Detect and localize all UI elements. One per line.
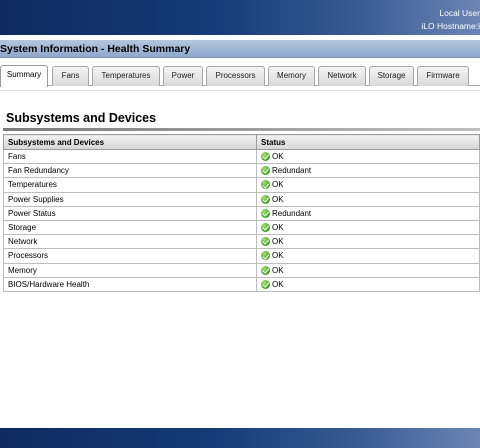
tab-storage[interactable]: Storage	[369, 66, 414, 86]
table-row: Network OK	[3, 234, 480, 250]
table-row: Memory OK	[3, 262, 480, 278]
status-text: OK	[272, 265, 284, 275]
status-cell: Redundant	[256, 163, 480, 179]
subsystems-table: Subsystems and Devices Status Fans OK Fa…	[3, 134, 480, 292]
ok-check-icon	[261, 237, 270, 247]
subsystem-name: Network	[3, 234, 257, 250]
table-row: Power Status Redundant	[3, 205, 480, 221]
status-cell: OK	[256, 191, 480, 207]
column-header-subsystem: Subsystems and Devices	[3, 134, 257, 150]
tab-temperatures[interactable]: Temperatures	[92, 66, 160, 86]
status-text: OK	[272, 279, 284, 289]
subsystem-name: Power Supplies	[3, 191, 257, 207]
table-row: Power Supplies OK	[3, 191, 480, 207]
ok-check-icon	[261, 180, 270, 190]
ok-check-icon	[261, 265, 270, 275]
table-row: BIOS/Hardware Health OK	[3, 276, 480, 292]
status-text: OK	[272, 223, 284, 233]
section-title: Subsystems and Devices	[6, 111, 157, 125]
table-header-row: Subsystems and Devices Status	[3, 134, 480, 150]
status-cell: Redundant	[256, 205, 480, 221]
tab-power[interactable]: Power	[163, 66, 203, 86]
ok-check-icon	[261, 251, 270, 261]
table-row: Fan Redundancy Redundant	[3, 163, 480, 179]
table-row: Fans OK	[3, 148, 480, 165]
tab-fans[interactable]: Fans	[52, 66, 89, 86]
status-text: OK	[272, 152, 284, 162]
subsystem-name: Temperatures	[3, 177, 257, 193]
table-row: Temperatures OK	[3, 177, 480, 193]
subsystem-name: Memory	[3, 262, 257, 278]
status-text: OK	[272, 237, 284, 247]
status-text: OK	[272, 251, 284, 261]
tab-summary[interactable]: Summary	[0, 65, 48, 87]
tab-bar: Summary Fans Temperatures Power Processo…	[0, 65, 480, 87]
subsystem-name: Fans	[3, 148, 257, 165]
subsystem-name: Processors	[3, 248, 257, 264]
table-row: Storage OK	[3, 219, 480, 236]
subsystem-name: Storage	[3, 219, 257, 236]
page-title: System Information - Health Summary	[0, 43, 191, 55]
ilo-hostname-label: iLO Hostname:i	[421, 21, 480, 31]
tab-firmware[interactable]: Firmware	[417, 66, 469, 86]
ok-check-icon	[261, 166, 270, 176]
status-text: OK	[272, 194, 284, 204]
ok-check-icon	[261, 223, 270, 233]
status-cell: OK	[256, 148, 480, 165]
ok-check-icon	[261, 194, 270, 204]
status-cell: OK	[256, 234, 480, 250]
ok-check-icon	[261, 279, 270, 289]
table-row: Processors OK	[3, 248, 480, 264]
subsystem-name: Fan Redundancy	[3, 163, 257, 179]
local-user-label: Local User	[439, 8, 480, 18]
status-cell: OK	[256, 248, 480, 264]
status-cell: OK	[256, 177, 480, 193]
status-text: Redundant	[272, 166, 312, 176]
column-header-status: Status	[256, 134, 480, 150]
ok-check-icon	[261, 208, 270, 218]
status-cell: OK	[256, 219, 480, 236]
subsystem-name: BIOS/Hardware Health	[3, 276, 257, 292]
subsystem-name: Power Status	[3, 205, 257, 221]
section-divider	[3, 128, 480, 131]
bottom-banner	[0, 428, 480, 448]
status-cell: OK	[256, 276, 480, 292]
tab-network[interactable]: Network	[318, 66, 366, 86]
top-banner: Local User iLO Hostname:i	[0, 0, 480, 35]
status-cell: OK	[256, 262, 480, 278]
status-text: OK	[272, 180, 284, 190]
ok-check-icon	[261, 152, 270, 162]
status-text: Redundant	[272, 208, 312, 218]
tab-memory[interactable]: Memory	[268, 66, 315, 86]
tab-processors[interactable]: Processors	[206, 66, 265, 86]
content-divider	[0, 90, 480, 91]
page-title-bar: System Information - Health Summary	[0, 40, 480, 58]
